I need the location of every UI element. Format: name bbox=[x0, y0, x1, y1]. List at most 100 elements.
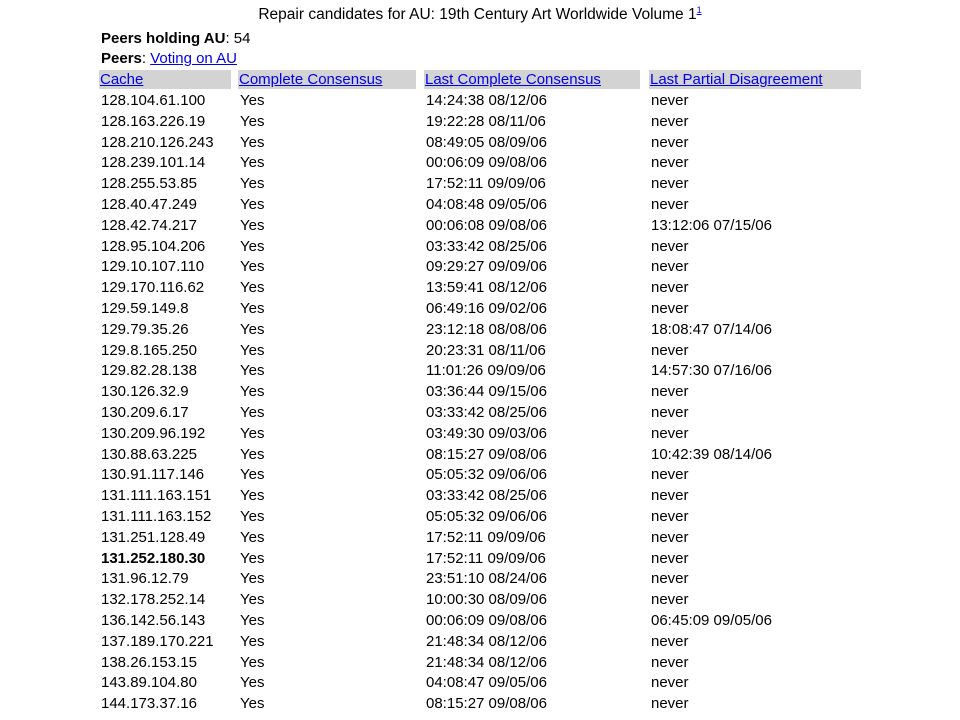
complete-consensus-cell: Yes bbox=[240, 674, 265, 692]
peers-holding-label: Peers holding AU bbox=[101, 30, 226, 47]
complete-consensus-cell: Yes bbox=[240, 445, 265, 463]
last-complete-consensus-cell: 20:23:31 08/11/06 bbox=[426, 341, 546, 359]
voting-on-au-link[interactable]: Voting on AU bbox=[150, 50, 237, 67]
last-complete-consensus-cell: 17:52:11 09/09/06 bbox=[426, 175, 546, 193]
table-row: 128.40.47.249 Yes 04:08:48 09/05/06 never bbox=[0, 194, 960, 215]
table-row: 144.173.37.16 Yes 08:15:27 09/08/06 never bbox=[0, 693, 960, 714]
complete-consensus-cell: Yes bbox=[240, 237, 265, 255]
complete-consensus-cell: Yes bbox=[240, 591, 265, 609]
cache-cell: 130.91.117.146 bbox=[101, 466, 205, 484]
cache-cell: 128.42.74.217 bbox=[101, 216, 197, 234]
last-partial-disagreement-cell: 14:57:30 07/16/06 bbox=[651, 362, 772, 380]
table-row: 129.79.35.26 Yes 23:12:18 08/08/06 18:08:47… bbox=[0, 319, 960, 340]
table-row: 129.82.28.138 Yes 11:01:26 09/09/06 14:57:3… bbox=[0, 360, 960, 381]
last-complete-consensus-cell: 14:24:38 08/12/06 bbox=[426, 92, 547, 109]
cache-cell: 130.126.32.9 bbox=[101, 383, 189, 401]
peers-label: Peers bbox=[101, 50, 142, 67]
cache-cell: 138.26.153.15 bbox=[101, 653, 197, 671]
last-complete-consensus-cell: 21:48:34 08/12/06 bbox=[426, 632, 547, 650]
last-partial-disagreement-cell: never bbox=[651, 570, 689, 588]
page-title-text: Repair candidates for AU: 19th Century A… bbox=[258, 6, 697, 24]
last-partial-disagreement-cell: never bbox=[651, 466, 689, 484]
last-complete-consensus-cell: 13:59:41 08/12/06 bbox=[426, 279, 547, 297]
last-complete-consensus-cell: 08:49:05 08/09/06 bbox=[426, 133, 547, 151]
cache-cell: 130.209.96.192 bbox=[101, 424, 206, 442]
table-row: 129.170.116.62 Yes 13:59:41 08/12/06 never bbox=[0, 277, 960, 298]
cache-cell: 128.210.126.243 bbox=[101, 133, 214, 151]
cache-cell: 131.96.12.79 bbox=[101, 570, 189, 588]
table-row: 128.255.53.85 Yes 17:52:11 09/09/06 never bbox=[0, 173, 960, 194]
last-partial-disagreement-cell: never bbox=[651, 92, 689, 109]
table-row: 136.142.56.143 Yes 00:06:09 09/08/06 06:45:… bbox=[0, 610, 960, 631]
cache-cell: 129.170.116.62 bbox=[101, 279, 205, 297]
peers-holding-count: : 54 bbox=[225, 30, 251, 47]
column-header-cache: Cache bbox=[99, 70, 231, 89]
cache-cell: 129.79.35.26 bbox=[101, 320, 189, 338]
last-complete-consensus-cell: 23:51:10 08/24/06 bbox=[426, 570, 547, 588]
table-row: 129.8.165.250 Yes 20:23:31 08/11/06 never bbox=[0, 340, 960, 361]
column-header-last-partial-disagreement: Last Partial Disagreement bbox=[649, 70, 861, 89]
cache-cell: 128.95.104.206 bbox=[101, 237, 206, 255]
last-partial-disagreement-cell: never bbox=[651, 653, 689, 671]
complete-consensus-cell: Yes bbox=[240, 424, 265, 442]
last-complete-consensus-cell: 06:49:16 09/02/06 bbox=[426, 300, 547, 317]
last-complete-consensus-cell: 10:00:30 08/09/06 bbox=[426, 591, 547, 609]
cache-cell: 144.173.37.16 bbox=[101, 695, 197, 713]
last-partial-disagreement-cell: never bbox=[651, 695, 689, 713]
last-complete-consensus-cell: 05:05:32 09/06/06 bbox=[426, 508, 547, 525]
last-complete-consensus-cell: 05:05:32 09/06/06 bbox=[426, 466, 547, 484]
cache-cell: 129.10.107.110 bbox=[101, 258, 205, 276]
table-row: 137.189.170.221 Yes 21:48:34 08/12/06 never bbox=[0, 631, 960, 652]
last-complete-consensus-cell: 19:22:28 08/11/06 bbox=[426, 112, 546, 130]
table-row: 130.126.32.9 Yes 03:36:44 09/15/06 never bbox=[0, 381, 960, 402]
cache-cell: 130.88.63.225 bbox=[101, 445, 197, 463]
complete-consensus-cell: Yes bbox=[240, 362, 265, 380]
complete-consensus-cell: Yes bbox=[240, 300, 265, 317]
cache-cell: 131.251.128.49 bbox=[101, 528, 206, 546]
complete-consensus-cell: Yes bbox=[240, 133, 265, 151]
table-row: 128.104.61.100 Yes 14:24:38 08/12/06 never bbox=[0, 90, 960, 111]
last-partial-disagreement-cell: never bbox=[651, 508, 689, 525]
sort-by-complete-consensus-link[interactable]: Complete Consensus bbox=[239, 71, 382, 88]
sort-by-last-partial-disagreement-link[interactable]: Last Partial Disagreement bbox=[650, 71, 823, 88]
last-complete-consensus-cell: 17:52:11 09/09/06 bbox=[426, 528, 546, 546]
complete-consensus-cell: Yes bbox=[240, 404, 265, 421]
complete-consensus-cell: Yes bbox=[240, 279, 265, 297]
table-row: 131.251.128.49 Yes 17:52:11 09/09/06 never bbox=[0, 527, 960, 548]
complete-consensus-cell: Yes bbox=[240, 466, 265, 484]
table-row: 129.10.107.110 Yes 09:29:27 09/09/06 never bbox=[0, 256, 960, 277]
last-partial-disagreement-cell: never bbox=[651, 133, 689, 151]
page-title: Repair candidates for AU: 19th Century A… bbox=[0, 5, 960, 24]
table-row: 130.209.96.192 Yes 03:49:30 09/03/06 never bbox=[0, 423, 960, 444]
last-partial-disagreement-cell: never bbox=[651, 112, 689, 130]
complete-consensus-cell: Yes bbox=[240, 175, 265, 193]
sort-by-last-complete-consensus-link[interactable]: Last Complete Consensus bbox=[425, 71, 601, 88]
cache-cell: 129.59.149.8 bbox=[101, 300, 189, 317]
cache-cell: 131.252.180.30 bbox=[101, 549, 206, 567]
peers-line: Peers: Voting on AU bbox=[101, 50, 237, 67]
complete-consensus-cell: Yes bbox=[240, 320, 265, 338]
last-partial-disagreement-cell: 13:12:06 07/15/06 bbox=[651, 216, 772, 234]
complete-consensus-cell: Yes bbox=[240, 341, 265, 359]
cache-cell: 128.163.226.19 bbox=[101, 112, 206, 130]
last-partial-disagreement-cell: never bbox=[651, 154, 689, 172]
complete-consensus-cell: Yes bbox=[240, 632, 265, 650]
last-partial-disagreement-cell: never bbox=[651, 196, 689, 213]
last-partial-disagreement-cell: never bbox=[651, 528, 689, 546]
last-complete-consensus-cell: 17:52:11 09/09/06 bbox=[426, 549, 546, 567]
complete-consensus-cell: Yes bbox=[240, 549, 265, 567]
complete-consensus-cell: Yes bbox=[240, 383, 265, 401]
last-complete-consensus-cell: 11:01:26 09/09/06 bbox=[426, 362, 546, 380]
footnote-link[interactable]: 1 bbox=[697, 5, 702, 15]
table-row: 128.239.101.14 Yes 00:06:09 09/08/06 never bbox=[0, 152, 960, 173]
complete-consensus-cell: Yes bbox=[240, 508, 265, 525]
last-complete-consensus-cell: 04:08:47 09/05/06 bbox=[426, 674, 547, 692]
table-row: 132.178.252.14 Yes 10:00:30 08/09/06 never bbox=[0, 589, 960, 610]
peers-holding-line: Peers holding AU: 54 bbox=[101, 30, 251, 47]
sort-by-cache-link[interactable]: Cache bbox=[100, 71, 143, 88]
cache-cell: 128.255.53.85 bbox=[101, 175, 197, 193]
cache-cell: 131.111.163.151 bbox=[101, 487, 212, 505]
last-complete-consensus-cell: 00:06:09 09/08/06 bbox=[426, 612, 547, 629]
last-complete-consensus-cell: 21:48:34 08/12/06 bbox=[426, 653, 547, 671]
last-partial-disagreement-cell: 06:45:09 09/05/06 bbox=[651, 612, 772, 629]
